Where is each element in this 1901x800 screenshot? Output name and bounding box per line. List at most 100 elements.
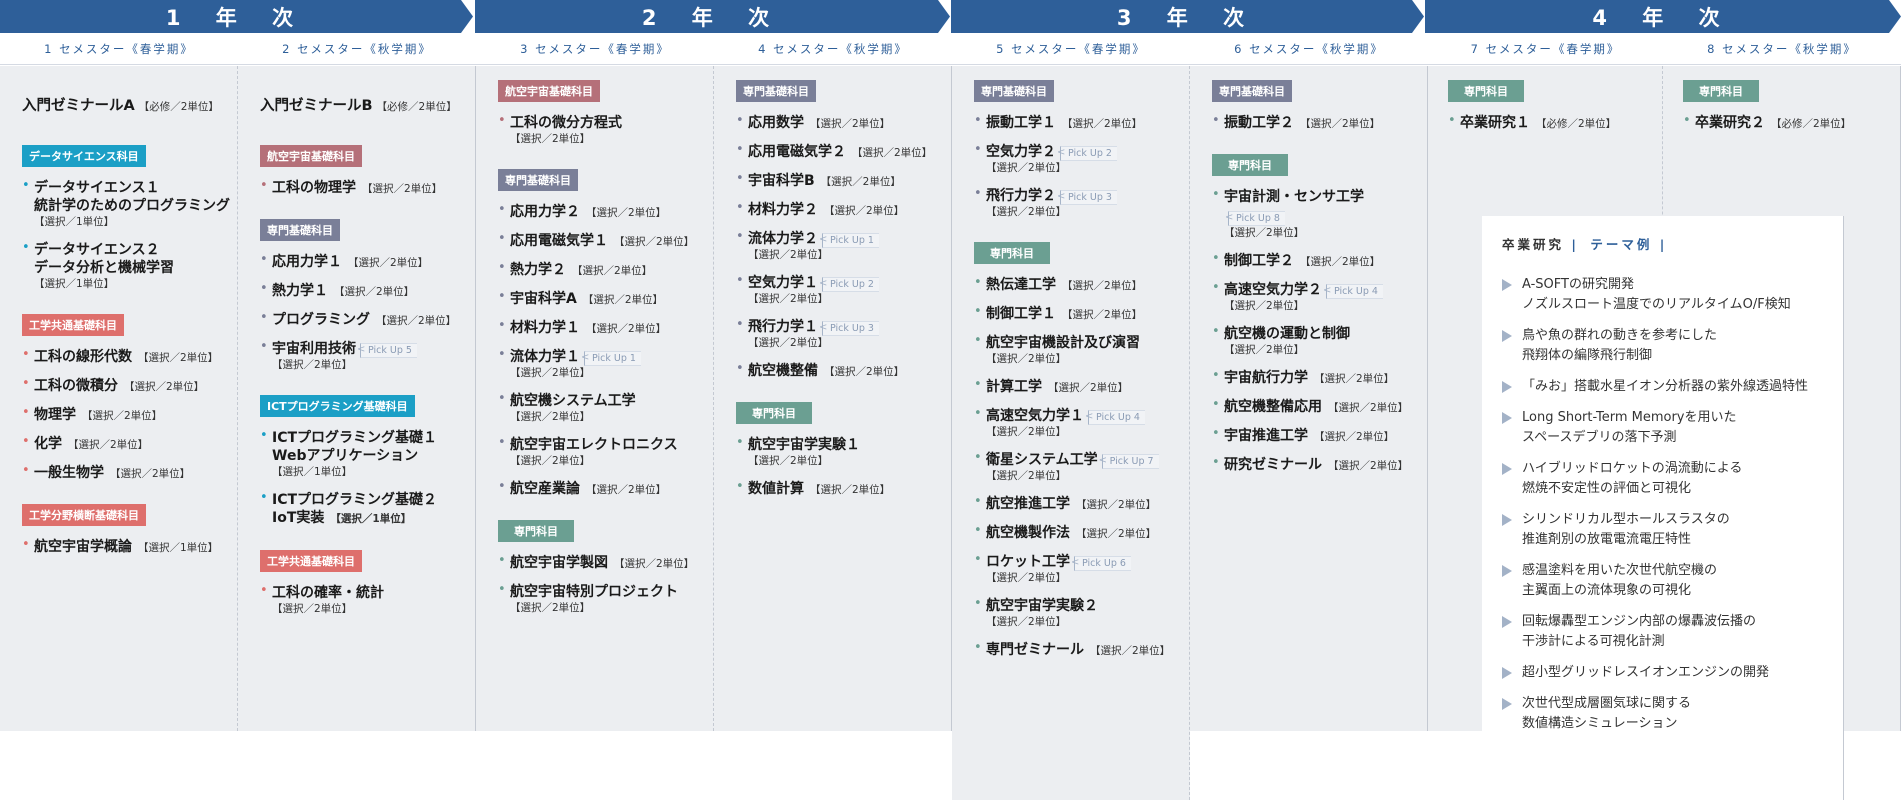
- course-name: 航空機の運動と制御: [1224, 326, 1350, 342]
- course-item[interactable]: • 材料力学１ 【選択／2単位】: [498, 317, 704, 337]
- semester-column-4: 専門基礎科目 • 応用数学 【選択／2単位】 • 応用電磁気学２ 【選択／2単位】 • 宇宙科学…: [714, 66, 952, 731]
- course-item[interactable]: • 航空宇宙特別プロジェクト 【選択／2単位】: [498, 581, 704, 616]
- course-item[interactable]: • 航空宇宙学製図 【選択／2単位】: [498, 552, 704, 572]
- course-item[interactable]: • 制御工学２ 【選択／2単位】: [1212, 250, 1418, 270]
- pickup-tag[interactable]: Pick Up 4: [1323, 284, 1383, 299]
- pickup-tag[interactable]: Pick Up 2: [819, 277, 879, 292]
- course-unit: 【選択／2単位】: [986, 353, 1067, 365]
- pickup-tag[interactable]: Pick Up 5: [357, 343, 417, 358]
- course-item[interactable]: • 応用力学２ 【選択／2単位】: [498, 201, 704, 221]
- course-item[interactable]: • プログラミング 【選択／2単位】: [260, 309, 466, 329]
- course-item[interactable]: • 工科の物理学 【選択／2単位】: [260, 177, 466, 197]
- pickup-tag[interactable]: Pick Up 2: [1057, 146, 1117, 161]
- course-item[interactable]: • 宇宙計測・センサ工学 Pick Up 8【選択／2単位】: [1212, 186, 1418, 241]
- course-item[interactable]: • 航空機整備応用 【選択／2単位】: [1212, 396, 1418, 416]
- course-item[interactable]: • 専門ゼミナール 【選択／2単位】: [974, 639, 1180, 659]
- course-item[interactable]: • 卒業研究１ 【必修／2単位】: [1448, 112, 1653, 132]
- course-item[interactable]: • 一般生物学 【選択／2単位】: [22, 462, 228, 482]
- pickup-tag[interactable]: Pick Up 1: [581, 351, 641, 366]
- course-item[interactable]: • 工科の確率・統計 【選択／2単位】: [260, 582, 466, 617]
- course-item[interactable]: • 物理学 【選択／2単位】: [22, 404, 228, 424]
- course-item[interactable]: • 流体力学１Pick Up 1【選択／2単位】: [498, 346, 704, 381]
- course-item[interactable]: • 工科の微積分 【選択／2単位】: [22, 375, 228, 395]
- course-name: 熱力学２: [510, 262, 566, 278]
- course-item[interactable]: • 宇宙推進工学 【選択／2単位】: [1212, 425, 1418, 445]
- title-divider: |: [1571, 237, 1579, 252]
- course-item[interactable]: • 航空機製作法 【選択／2単位】: [974, 522, 1180, 542]
- course-name: 熱伝達工学: [986, 277, 1056, 293]
- course-item[interactable]: • 宇宙科学A 【選択／2単位】: [498, 288, 704, 308]
- course-name: 飛行力学１: [748, 319, 818, 335]
- intro-seminar[interactable]: 入門ゼミナールB 【必修／2単位】: [260, 94, 466, 115]
- course-item[interactable]: • ICTプログラミング基礎２ IoT実装 【選択／1単位】: [260, 489, 466, 528]
- course-item[interactable]: • 航空宇宙エレクトロニクス 【選択／2単位】: [498, 434, 704, 469]
- pickup-tag[interactable]: Pick Up 3: [819, 321, 879, 336]
- course-item[interactable]: • 航空機システム工学 【選択／2単位】: [498, 390, 704, 425]
- theme-line-1: 感温塗料を用いた次世代航空機の: [1522, 563, 1718, 578]
- course-item[interactable]: • 熱力学２ 【選択／2単位】: [498, 259, 704, 279]
- course-item[interactable]: • 宇宙航行力学 【選択／2単位】: [1212, 367, 1418, 387]
- course-item[interactable]: • 制御工学１ 【選択／2単位】: [974, 303, 1180, 323]
- course-item[interactable]: • 航空機整備 【選択／2単位】: [736, 360, 942, 380]
- course-item[interactable]: • 宇宙利用技術Pick Up 5 【選択／2単位】: [260, 338, 466, 373]
- course-item[interactable]: • データサイエンス２ データ分析と機械学習 【選択／1単位】: [22, 239, 228, 292]
- course-name: 物理学: [34, 407, 76, 423]
- course-item[interactable]: • 宇宙科学B 【選択／2単位】: [736, 170, 942, 190]
- pickup-tag[interactable]: Pick Up 6: [1071, 556, 1131, 571]
- course-item[interactable]: • 材料力学２ 【選択／2単位】: [736, 199, 942, 219]
- course-item[interactable]: • 航空宇宙学実験１ 【選択／2単位】: [736, 434, 942, 469]
- pickup-tag[interactable]: Pick Up 3: [1057, 190, 1117, 205]
- course-item[interactable]: • 飛行力学１Pick Up 3【選択／2単位】: [736, 316, 942, 351]
- course-group: 専門科目 • 卒業研究１ 【必修／2単位】: [1448, 80, 1653, 132]
- bullet-icon: •: [1212, 113, 1220, 128]
- theme-line-1: 鳥や魚の群れの動きを参考にした: [1522, 328, 1718, 343]
- pickup-tag[interactable]: Pick Up 7: [1099, 454, 1159, 469]
- course-item[interactable]: • 研究ゼミナール 【選択／2単位】: [1212, 454, 1418, 474]
- pickup-tag[interactable]: Pick Up 1: [819, 233, 879, 248]
- course-item[interactable]: • 衛星システム工学Pick Up 7 【選択／2単位】: [974, 449, 1180, 484]
- course-item[interactable]: • 航空機の運動と制御 【選択／2単位】: [1212, 323, 1418, 358]
- bullet-icon: •: [22, 537, 30, 552]
- course-item[interactable]: • 航空産業論 【選択／2単位】: [498, 478, 704, 498]
- course-item[interactable]: • 飛行力学２Pick Up 3【選択／2単位】: [974, 185, 1180, 220]
- course-item[interactable]: • 工科の微分方程式 【選択／2単位】: [498, 112, 704, 147]
- pickup-tag[interactable]: Pick Up 4: [1085, 410, 1145, 425]
- thesis-theme-item: A-SOFTの研究開発 ノズルスロート温度でのリアルタイムO/F検知: [1502, 275, 1843, 315]
- course-item[interactable]: • 流体力学２Pick Up 1【選択／2単位】: [736, 228, 942, 263]
- bullet-icon: •: [260, 583, 268, 598]
- course-item[interactable]: • 応用電磁気学１ 【選択／2単位】: [498, 230, 704, 250]
- course-unit: 【選択／2単位】: [272, 359, 353, 371]
- course-item[interactable]: • 応用電磁気学２ 【選択／2単位】: [736, 141, 942, 161]
- course-list: • 応用力学２ 【選択／2単位】 • 応用電磁気学１ 【選択／2単位】 • 熱力学２ 【選択／2…: [498, 201, 704, 498]
- course-item[interactable]: • 計算工学 【選択／2単位】: [974, 376, 1180, 396]
- course-item[interactable]: • 工科の線形代数 【選択／2単位】: [22, 346, 228, 366]
- course-item[interactable]: • 航空宇宙学実験２ 【選択／2単位】: [974, 595, 1180, 630]
- course-item[interactable]: • データサイエンス１ 統計学のためのプログラミング 【選択／1単位】: [22, 177, 230, 230]
- course-item[interactable]: • 高速空気力学１Pick Up 4 【選択／2単位】: [974, 405, 1180, 440]
- course-item[interactable]: • ICTプログラミング基礎１ Webアプリケーション 【選択／1単位】: [260, 427, 466, 480]
- course-item[interactable]: • 航空推進工学 【選択／2単位】: [974, 493, 1180, 513]
- course-item[interactable]: • 航空宇宙学概論 【選択／1単位】: [22, 536, 228, 556]
- pickup-tag[interactable]: Pick Up 8: [1225, 211, 1285, 226]
- theme-line-2: ノズルスロート温度でのリアルタイムO/F検知: [1522, 297, 1791, 312]
- course-item[interactable]: • 熱力学１ 【選択／2単位】: [260, 280, 466, 300]
- intro-seminar[interactable]: 入門ゼミナールA 【必修／2単位】: [22, 94, 228, 115]
- bullet-icon: •: [260, 252, 268, 267]
- course-item[interactable]: • 空気力学２Pick Up 2【選択／2単位】: [974, 141, 1180, 176]
- course-item[interactable]: • 振動工学１ 【選択／2単位】: [974, 112, 1180, 132]
- course-item[interactable]: • 数値計算 【選択／2単位】: [736, 478, 942, 498]
- course-item[interactable]: • 振動工学２ 【選択／2単位】: [1212, 112, 1418, 132]
- course-name: 空気力学１: [748, 275, 818, 291]
- course-name: 宇宙科学B: [748, 173, 815, 189]
- course-item[interactable]: • 卒業研究２ 【必修／2単位】: [1683, 112, 1891, 132]
- course-item[interactable]: • 航空宇宙機設計及び演習 【選択／2単位】: [974, 332, 1180, 367]
- course-item[interactable]: • 応用数学 【選択／2単位】: [736, 112, 942, 132]
- course-item[interactable]: • 熱伝達工学 【選択／2単位】: [974, 274, 1180, 294]
- course-unit: 【選択／2単位】: [986, 572, 1067, 584]
- course-item[interactable]: • 化学 【選択／2単位】: [22, 433, 228, 453]
- bullet-icon: •: [22, 376, 30, 391]
- course-item[interactable]: • 高速空気力学２Pick Up 4 【選択／2単位】: [1212, 279, 1418, 314]
- course-item[interactable]: • 空気力学１Pick Up 2【選択／2単位】: [736, 272, 942, 307]
- course-item[interactable]: • ロケット工学Pick Up 6 【選択／2単位】: [974, 551, 1180, 586]
- course-item[interactable]: • 応用力学１ 【選択／2単位】: [260, 251, 466, 271]
